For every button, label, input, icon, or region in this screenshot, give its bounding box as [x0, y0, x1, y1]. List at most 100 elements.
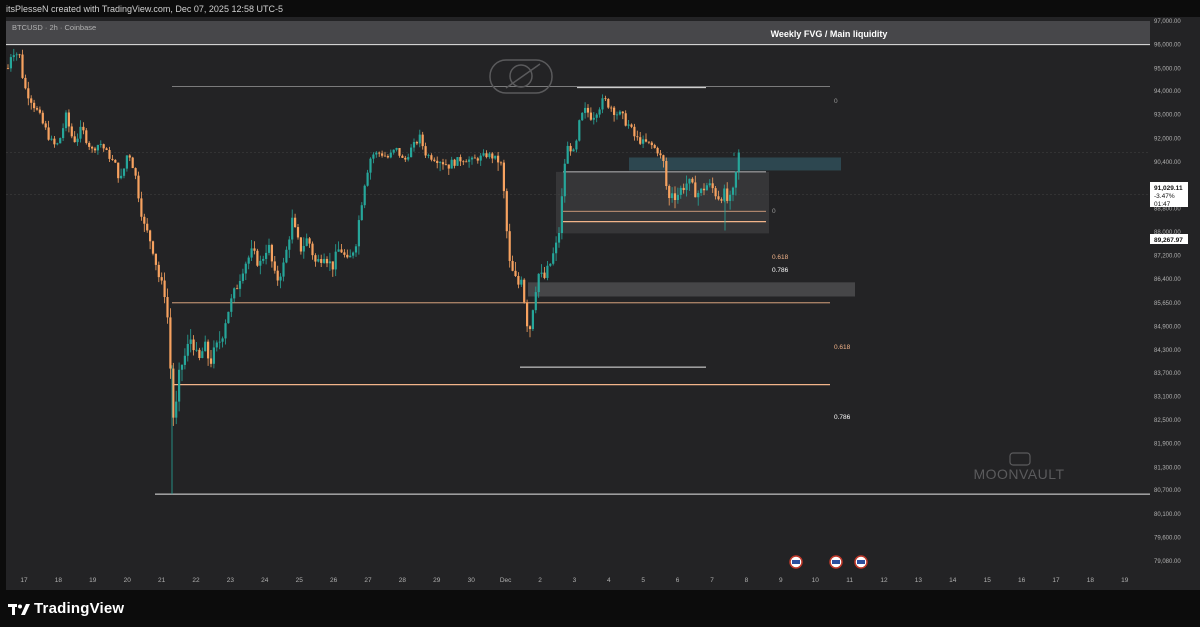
candle-body — [456, 157, 459, 166]
candle-body — [334, 251, 337, 270]
price-tick-label: 86,400.00 — [1154, 277, 1181, 283]
candle-body — [154, 253, 157, 265]
candle-body — [653, 145, 656, 148]
candle-body — [337, 249, 340, 252]
price-tick-label: 84,300.00 — [1154, 348, 1181, 354]
candle-body — [102, 144, 105, 149]
candle-body — [549, 263, 552, 266]
event-flag-icon[interactable] — [789, 555, 803, 569]
candle-body — [241, 273, 244, 281]
tradingview-logo-icon — [8, 603, 30, 615]
weekly-fvg-zone — [6, 21, 1150, 45]
candle-body — [581, 112, 584, 121]
candle-body — [285, 249, 288, 263]
time-tick-label: 14 — [949, 577, 957, 584]
candle-body — [601, 98, 604, 110]
candle-body — [639, 137, 642, 144]
candle-body — [256, 250, 259, 266]
candle-body — [178, 369, 181, 402]
candle-body — [514, 270, 517, 276]
candle-body — [230, 298, 233, 312]
price-tick-label: 97,000.00 — [1154, 19, 1181, 25]
candle-body — [540, 272, 543, 274]
candle-body — [15, 54, 18, 56]
second-price-value: 89,267.97 — [1154, 237, 1183, 244]
candle-body — [453, 159, 456, 166]
candle-body — [236, 288, 239, 290]
price-tick-label: 79,080.00 — [1154, 559, 1181, 565]
candle-body — [552, 253, 555, 264]
time-tick-label: 19 — [89, 577, 97, 584]
price-chart[interactable]: BTCUSD · 2h · Coinbase Weekly FVG / Main… — [0, 0, 1200, 590]
candle-body — [163, 280, 166, 298]
candle-body — [270, 244, 273, 262]
candle-body — [38, 109, 41, 113]
candle-body — [265, 252, 268, 259]
candle-body — [331, 261, 334, 270]
time-tick-label: 6 — [676, 577, 680, 584]
candle-body — [299, 237, 302, 252]
time-tick-label: 20 — [124, 577, 132, 584]
candle-body — [227, 311, 230, 324]
candle-body — [650, 142, 653, 146]
upper-fvg-zone — [629, 157, 841, 171]
candle-body — [21, 54, 24, 78]
candle-body — [357, 220, 360, 247]
time-tick-label: 26 — [330, 577, 338, 584]
candle-body — [125, 155, 128, 169]
candle-body — [398, 148, 401, 156]
candle-body — [563, 163, 566, 197]
candle-body — [276, 270, 279, 281]
candle-body — [621, 111, 624, 114]
candle-body — [149, 230, 152, 242]
candle-body — [401, 155, 404, 158]
tradingview-logo[interactable]: TradingView — [8, 600, 124, 617]
candle-body — [204, 341, 207, 352]
candle-body — [560, 196, 563, 234]
candle-body — [572, 149, 575, 152]
time-tick-label: 9 — [779, 577, 783, 584]
candle-body — [349, 255, 352, 258]
time-tick-label: 11 — [846, 577, 853, 584]
candle-body — [64, 112, 68, 129]
candle-body — [508, 231, 511, 261]
candle-body — [575, 140, 578, 150]
price-tick-label: 80,700.00 — [1154, 488, 1181, 494]
candle-body — [473, 157, 476, 159]
event-flag-icon[interactable] — [829, 555, 843, 569]
candle-body — [363, 185, 366, 206]
candle-body — [647, 141, 650, 143]
candle-body — [218, 341, 221, 343]
candle-body — [439, 162, 442, 164]
candle-body — [296, 227, 300, 238]
candle-body — [499, 162, 503, 164]
candle-body — [114, 159, 117, 163]
event-flag-icon[interactable] — [854, 555, 868, 569]
tradingview-brand: TradingView — [34, 600, 125, 617]
candle-body — [546, 265, 549, 278]
candle-body — [140, 198, 143, 217]
price-tick-label: 85,650.00 — [1154, 301, 1181, 307]
candle-body — [630, 124, 633, 127]
candle-body — [494, 155, 497, 159]
time-tick-label: 17 — [1052, 577, 1060, 584]
candle-body — [12, 55, 15, 58]
time-tick-label: 30 — [468, 577, 476, 584]
last-price-countdown: 01:47 — [1154, 201, 1171, 208]
price-tick-label: 96,000.00 — [1154, 43, 1181, 49]
time-tick-label: 2 — [538, 577, 542, 584]
candle-body — [267, 244, 271, 253]
time-tick-label: 29 — [433, 577, 441, 584]
last-price-tag: 91,029.11 -3.47% 01:47 — [1150, 182, 1188, 208]
fib-label-upper-786: 0.786 — [834, 414, 851, 421]
candle-body — [360, 205, 363, 221]
candle-body — [76, 138, 79, 143]
candle-body — [180, 364, 184, 370]
candle-body — [381, 153, 384, 156]
candle-body — [656, 147, 659, 154]
candle-body — [378, 152, 381, 154]
candle-body — [682, 187, 685, 191]
candle-body — [697, 193, 700, 198]
candle-body — [238, 280, 242, 289]
last-price-value: 91,029.11 — [1154, 185, 1183, 192]
